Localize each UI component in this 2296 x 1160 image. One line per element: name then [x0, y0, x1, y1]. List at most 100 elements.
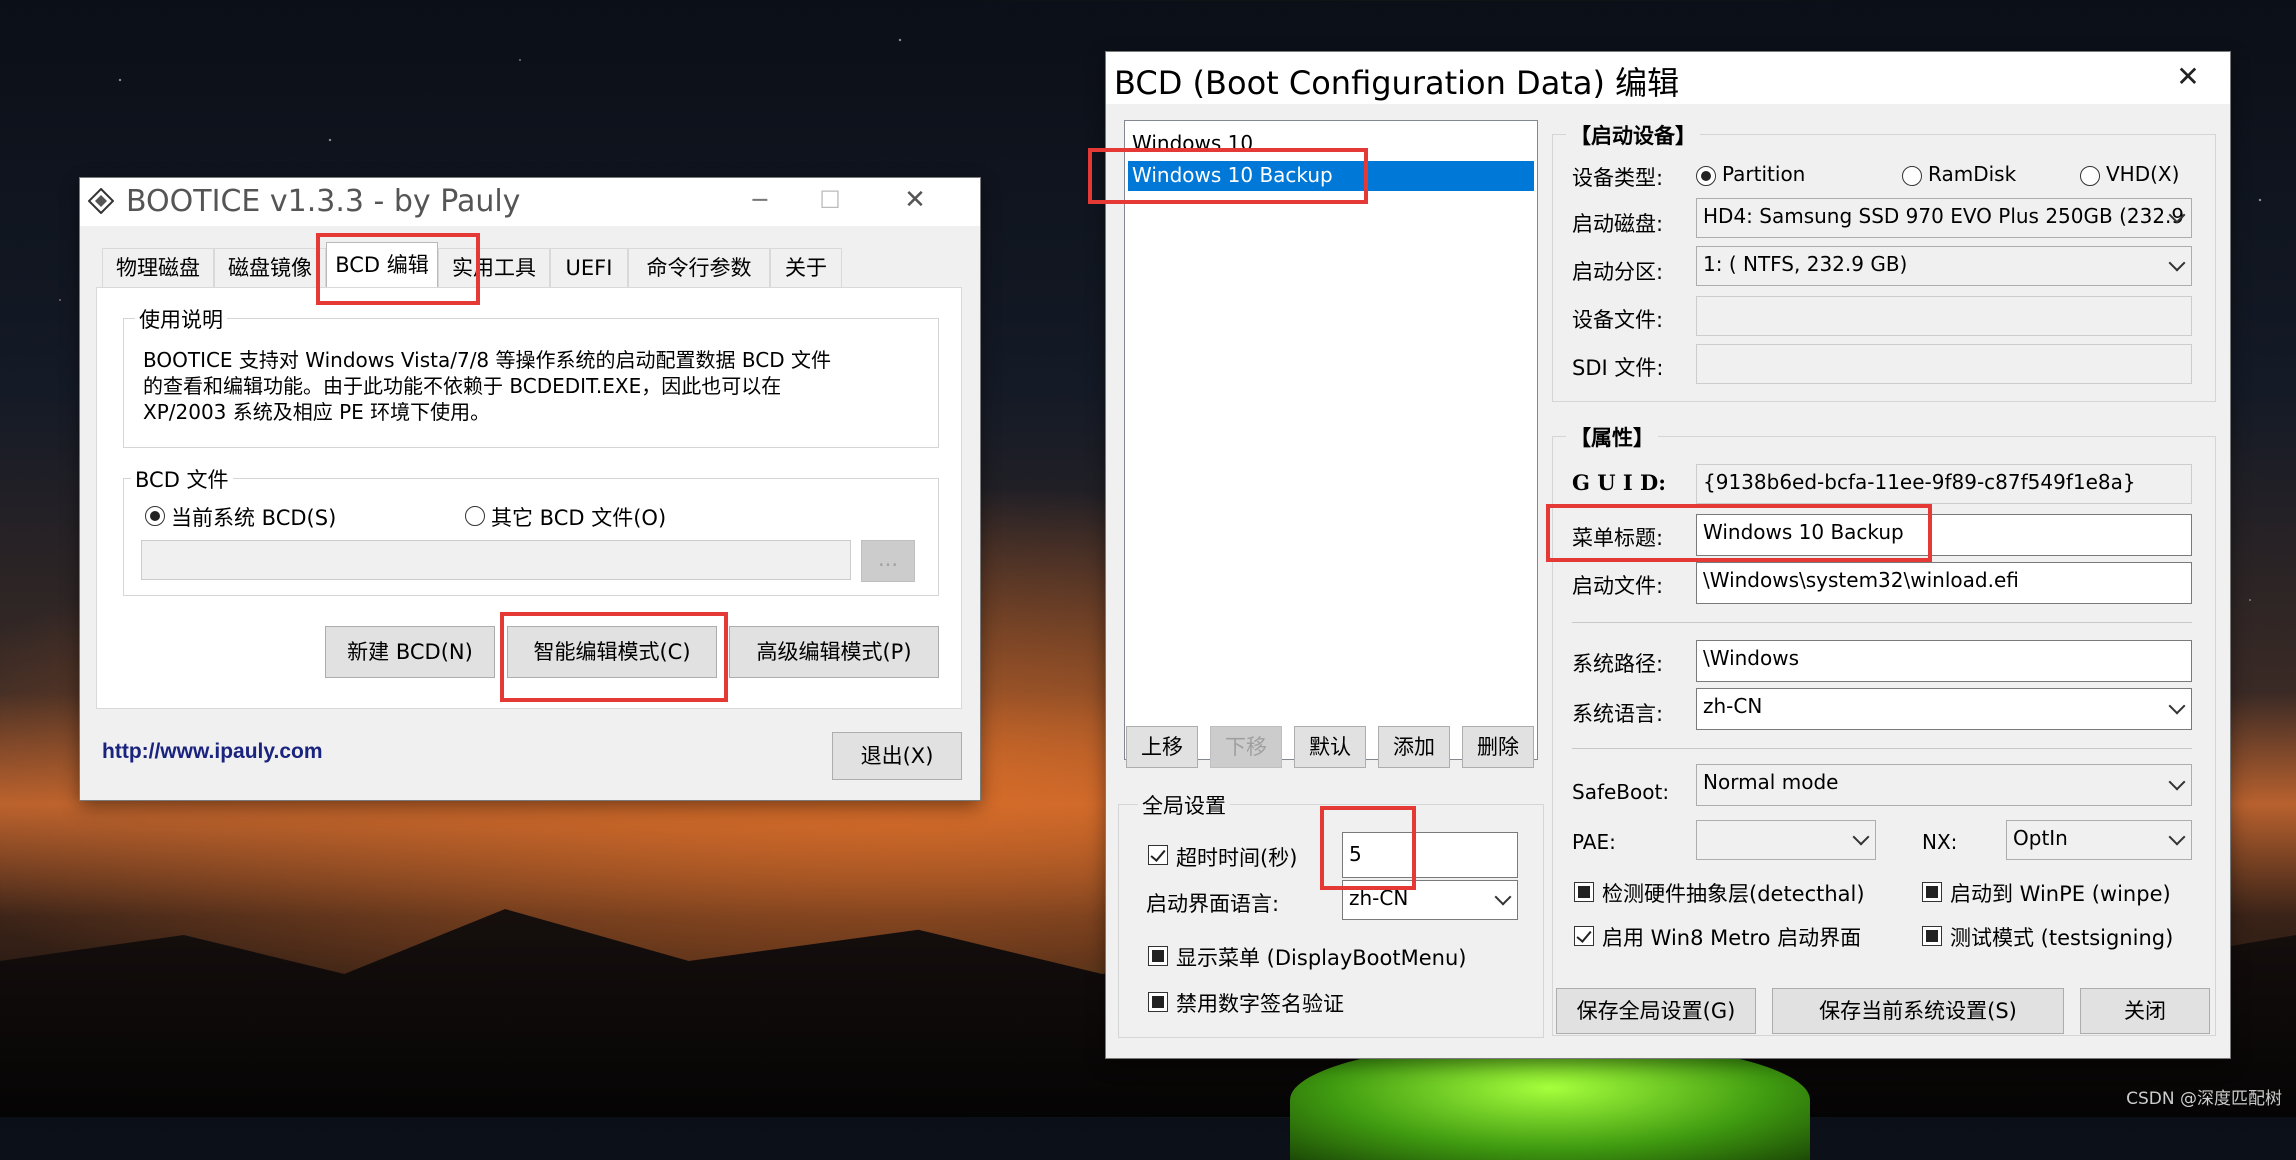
metro-checkbox[interactable] — [1574, 926, 1594, 946]
close-dialog-button[interactable]: 关闭 — [2080, 988, 2210, 1034]
boot-disk-label: 启动磁盘: — [1572, 212, 1664, 236]
attributes-divider-2 — [1572, 748, 2192, 749]
radio-current-bcd[interactable] — [145, 506, 165, 526]
global-settings-title: 全局设置 — [1138, 790, 1230, 820]
boot-partition-label: 启动分区: — [1572, 260, 1664, 284]
highlight-smart-edit — [500, 612, 728, 702]
device-file-label: 设备文件: — [1572, 308, 1664, 332]
highlight-bcd-tab — [316, 233, 480, 305]
bcd-window-title: BCD (Boot Configuration Data) 编辑 — [1114, 64, 1680, 102]
chevron-down-icon — [2168, 828, 2186, 846]
sdi-file-field — [1696, 344, 2192, 384]
chevron-down-icon — [2168, 697, 2186, 715]
save-current-button[interactable]: 保存当前系统设置(S) — [1772, 988, 2064, 1034]
chevron-down-icon — [1852, 828, 1870, 846]
app-icon — [87, 187, 115, 215]
tab-cmdline[interactable]: 命令行参数 — [628, 248, 770, 288]
radio-ramdisk-label[interactable]: RamDisk — [1928, 162, 2016, 186]
tab-uefi[interactable]: UEFI — [550, 248, 628, 288]
device-file-field — [1696, 296, 2192, 336]
usage-line-3: XP/2003 系统及相应 PE 环境下使用。 — [143, 400, 491, 424]
disable-sig-checkbox[interactable] — [1148, 992, 1168, 1012]
boot-ui-lang-label: 启动界面语言: — [1146, 892, 1280, 916]
highlight-menu-title — [1546, 504, 1932, 562]
system-path-label: 系统路径: — [1572, 652, 1664, 676]
timeout-checkbox[interactable] — [1148, 845, 1168, 865]
pae-label: PAE: — [1572, 830, 1616, 854]
tab-disk-image[interactable]: 磁盘镜像 — [214, 248, 326, 288]
minimize-button[interactable]: ─ — [730, 178, 790, 226]
timeout-label: 超时时间(秒) — [1176, 846, 1298, 870]
save-global-button[interactable]: 保存全局设置(G) — [1556, 988, 1756, 1034]
safeboot-label: SafeBoot: — [1572, 780, 1670, 804]
detecthal-label: 检测硬件抽象层(detecthal) — [1602, 882, 1865, 906]
chevron-down-icon — [2168, 773, 2186, 791]
advanced-edit-button[interactable]: 高级编辑模式(P) — [729, 626, 939, 678]
website-link[interactable]: http://www.ipauly.com — [102, 740, 323, 764]
radio-vhd[interactable] — [2080, 166, 2100, 186]
usage-line-2: 的查看和编辑功能。由于此功能不依赖于 BCDEDIT.EXE，因此也可以在 — [143, 374, 782, 398]
disable-sig-label: 禁用数字签名验证 — [1176, 992, 1344, 1016]
safeboot-value: Normal mode — [1703, 770, 1839, 794]
nx-value: OptIn — [2013, 826, 2068, 850]
boot-entry-list[interactable]: Windows 10 Windows 10 Backup — [1124, 120, 1538, 760]
exit-button[interactable]: 退出(X) — [832, 732, 962, 780]
radio-current-bcd-label[interactable]: 当前系统 BCD(S) — [171, 502, 336, 532]
window-title: BOOTICE v1.3.3 - by Pauly — [126, 184, 521, 219]
radio-other-bcd-label[interactable]: 其它 BCD 文件(O) — [491, 502, 666, 532]
wallpaper-tent — [1290, 1040, 1810, 1160]
boot-partition-value: 1: ( NTFS, 232.9 GB) — [1703, 252, 1908, 276]
tab-physical-disk[interactable]: 物理磁盘 — [102, 248, 214, 288]
sdi-file-label: SDI 文件: — [1572, 356, 1664, 380]
chevron-down-icon — [2168, 254, 2186, 272]
maximize-button[interactable]: ☐ — [800, 178, 860, 226]
watermark: CSDN @深度匹配树 — [2126, 1089, 2282, 1109]
new-bcd-button[interactable]: 新建 BCD(N) — [325, 626, 495, 678]
bcd-edit-window: BCD (Boot Configuration Data) 编辑 ✕ Windo… — [1088, 52, 2230, 1058]
radio-other-bcd[interactable] — [465, 506, 485, 526]
move-up-button[interactable]: 上移 — [1126, 726, 1198, 768]
add-entry-button[interactable]: 添加 — [1378, 726, 1450, 768]
radio-partition-label[interactable]: Partition — [1722, 162, 1805, 186]
detecthal-checkbox[interactable] — [1574, 882, 1594, 902]
show-menu-label: 显示菜单 (DisplayBootMenu) — [1176, 946, 1467, 970]
system-path-input[interactable]: \Windows — [1696, 640, 2192, 682]
delete-entry-button[interactable]: 删除 — [1462, 726, 1534, 768]
metro-label: 启用 Win8 Metro 启动界面 — [1602, 926, 1862, 950]
safeboot-select[interactable]: Normal mode — [1696, 764, 2192, 806]
bootice-window: BOOTICE v1.3.3 - by Pauly ─ ☐ ✕ 物理磁盘 磁盘镜… — [80, 178, 980, 800]
set-default-button[interactable]: 默认 — [1294, 726, 1366, 768]
pae-select[interactable] — [1696, 820, 1876, 860]
guid-label: G U I D: — [1572, 470, 1666, 495]
boot-disk-select[interactable]: HD4: Samsung SSD 970 EVO Plus 250GB (232… — [1696, 198, 2192, 238]
move-down-button[interactable]: 下移 — [1210, 726, 1282, 768]
highlight-timeout — [1320, 806, 1416, 890]
boot-device-title: 【启动设备】 — [1566, 120, 1700, 150]
browse-button[interactable]: ... — [861, 540, 915, 582]
usage-title: 使用说明 — [135, 304, 227, 334]
boot-disk-value: HD4: Samsung SSD 970 EVO Plus 250GB (232… — [1703, 204, 2185, 228]
boot-file-input[interactable]: \Windows\system32\winload.efi — [1696, 562, 2192, 604]
testsigning-label: 测试模式 (testsigning) — [1950, 926, 2174, 950]
attributes-divider — [1572, 622, 2192, 623]
winpe-checkbox[interactable] — [1922, 882, 1942, 902]
show-menu-checkbox[interactable] — [1148, 946, 1168, 966]
radio-vhd-label[interactable]: VHD(X) — [2106, 162, 2179, 186]
tab-about[interactable]: 关于 — [770, 248, 842, 288]
bcd-path-field — [141, 540, 851, 580]
system-lang-value: zh-CN — [1703, 694, 1763, 718]
nx-select[interactable]: OptIn — [2006, 820, 2192, 860]
radio-partition[interactable] — [1696, 166, 1716, 186]
boot-partition-select[interactable]: 1: ( NTFS, 232.9 GB) — [1696, 246, 2192, 286]
close-button[interactable]: ✕ — [880, 178, 950, 226]
bcd-titlebar[interactable]: BCD (Boot Configuration Data) 编辑 ✕ — [1106, 52, 2230, 104]
system-lang-select[interactable]: zh-CN — [1696, 688, 2192, 730]
bootice-titlebar[interactable]: BOOTICE v1.3.3 - by Pauly ─ ☐ ✕ — [80, 178, 980, 226]
testsigning-checkbox[interactable] — [1922, 926, 1942, 946]
device-type-label: 设备类型: — [1572, 166, 1664, 190]
nx-label: NX: — [1922, 830, 1958, 854]
radio-ramdisk[interactable] — [1902, 166, 1922, 186]
chevron-down-icon — [1494, 888, 1512, 906]
bcd-close-button[interactable]: ✕ — [2156, 52, 2220, 104]
usage-line-1: BOOTICE 支持对 Windows Vista/7/8 等操作系统的启动配置… — [143, 348, 831, 372]
